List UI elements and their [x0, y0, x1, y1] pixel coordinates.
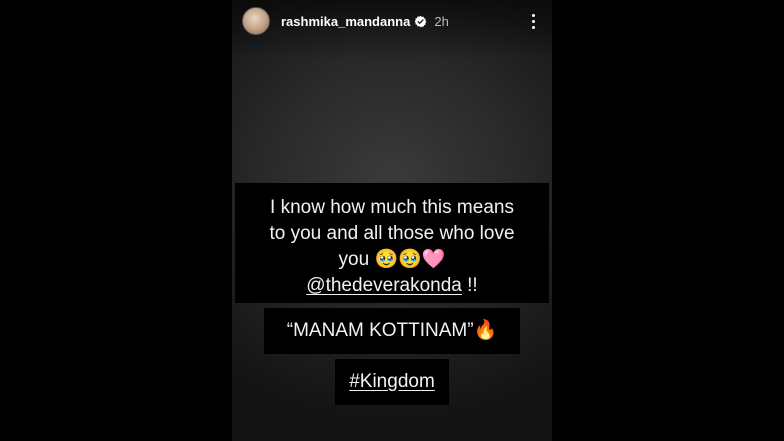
mention-link[interactable]: @thedeverakonda: [306, 275, 462, 296]
emoji: 🥹🥹🩷: [374, 249, 446, 270]
caption-text: you: [338, 249, 370, 270]
username[interactable]: rashmika_mandanna: [281, 14, 410, 29]
hashtag-sticker[interactable]: #Kingdom: [335, 359, 449, 405]
avatar[interactable]: [242, 7, 270, 35]
verified-badge-icon: [414, 15, 427, 27]
more-vertical-icon: [531, 13, 535, 17]
caption-line: @thedeverakonda !!: [245, 273, 539, 299]
story-header: rashmika_mandanna 2h: [242, 6, 542, 36]
caption-text: !!: [461, 275, 478, 296]
more-vertical-icon: [531, 19, 535, 23]
caption-line: to you and all those who love: [269, 223, 515, 244]
more-options-button[interactable]: [524, 9, 542, 33]
story-caption-quote: “MANAM KOTTINAM”🔥: [264, 308, 520, 354]
story-viewer[interactable]: rashmika_mandanna 2h I know how much thi…: [232, 0, 552, 441]
more-vertical-icon: [531, 25, 535, 29]
post-time: 2h: [434, 13, 449, 29]
hashtag-link[interactable]: #Kingdom: [349, 371, 435, 392]
caption-line: you 🥹🥹🩷: [245, 247, 539, 273]
story-caption-main: I know how much this means to you and al…: [235, 183, 549, 303]
caption-line: I know how much this means: [270, 197, 514, 218]
